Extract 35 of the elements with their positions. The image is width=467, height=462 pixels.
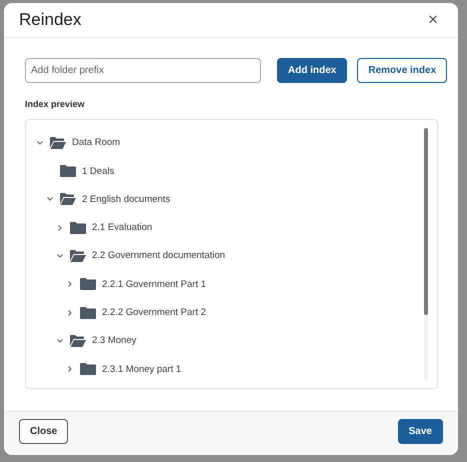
save-button[interactable]: Save: [398, 419, 443, 444]
scrollbar[interactable]: [424, 128, 428, 381]
tree-item[interactable]: 2 English documents: [82, 194, 170, 205]
folder-icon: [80, 363, 96, 376]
tree-item[interactable]: 2.2.1 Government Part 1: [102, 278, 206, 290]
tree-item[interactable]: 2.3 Money: [92, 335, 136, 346]
chevron-down-icon[interactable]: [36, 138, 44, 147]
tree-item[interactable]: 2.1 Evaluation: [92, 222, 152, 234]
open-folder-icon: [70, 250, 86, 262]
folder-icon: [70, 222, 86, 234]
remove-index-button[interactable]: Remove index: [357, 58, 448, 83]
open-folder-icon: [50, 136, 66, 149]
open-folder-icon: [70, 334, 86, 347]
chevron-down-icon[interactable]: [56, 252, 64, 260]
section-label: Index preview: [25, 98, 86, 109]
close-button[interactable]: ×: [426, 11, 440, 28]
chevron-right-icon[interactable]: [56, 224, 64, 232]
close-dialog-button[interactable]: Close: [19, 419, 68, 444]
tree-item[interactable]: 2.2.2 Government Part 2: [102, 307, 206, 318]
add-index-button[interactable]: Add index: [277, 58, 348, 83]
prefix-input-field[interactable]: Add folder prefix: [25, 58, 261, 83]
tree-item[interactable]: 1 Deals: [82, 166, 114, 177]
tree-item[interactable]: 2.2 Government documentation: [92, 250, 226, 262]
folder-icon: [80, 306, 96, 319]
chevron-right-icon[interactable]: [66, 280, 74, 288]
open-folder-icon: [60, 193, 76, 206]
chevron-down-icon[interactable]: [46, 195, 54, 204]
chevron-down-icon[interactable]: [56, 336, 64, 345]
folder-icon: [60, 165, 76, 178]
dialog-title: Reindex: [19, 10, 82, 30]
chevron-right-icon[interactable]: [66, 365, 74, 374]
folder-icon: [80, 278, 96, 290]
tree-item[interactable]: 2.3.1 Money part 1: [102, 364, 182, 375]
chevron-right-icon[interactable]: [66, 308, 74, 317]
tree-item[interactable]: Data Room: [72, 137, 120, 148]
